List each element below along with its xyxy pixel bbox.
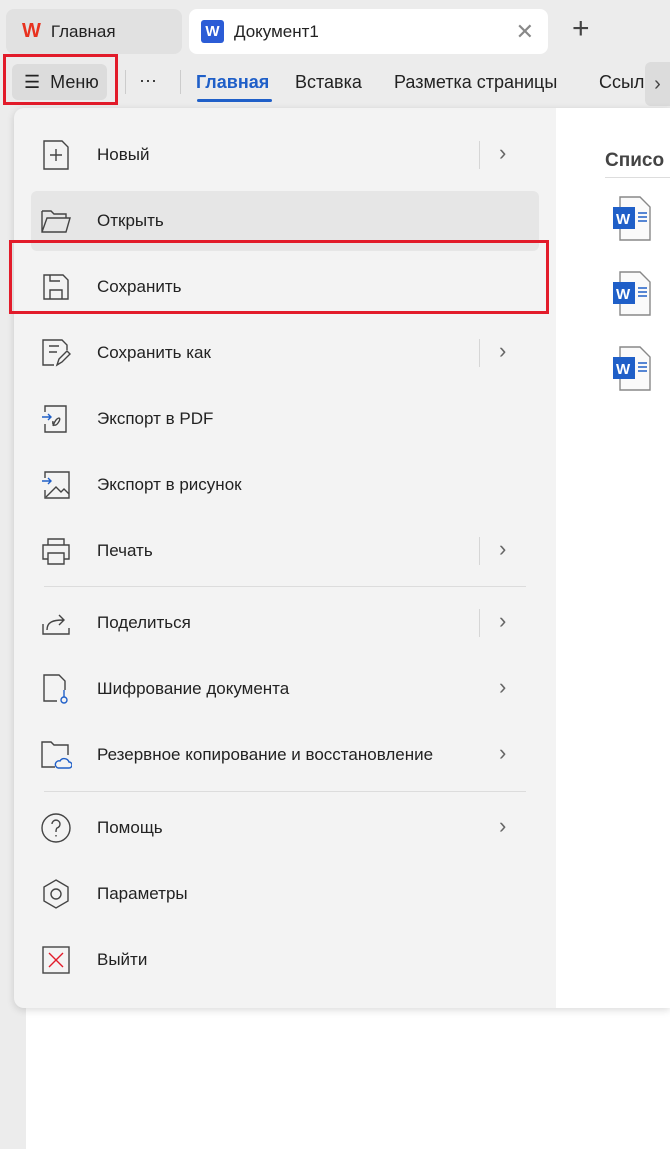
chevron-right-icon[interactable]: › <box>499 813 506 839</box>
menu-item-label: Новый <box>97 145 150 164</box>
new-file-icon <box>36 135 76 175</box>
chevron-right-icon[interactable]: › <box>499 338 506 364</box>
divider <box>125 70 126 94</box>
menu-item-label: Экспорт в PDF <box>97 409 214 428</box>
menu-button[interactable]: ☰ Меню <box>12 64 107 100</box>
menu-item-label: Печать <box>97 541 153 560</box>
menu-item-export-pdf[interactable]: Экспорт в PDF <box>31 389 539 449</box>
menu-item-exit[interactable]: Выйти <box>31 930 539 990</box>
recent-title: Списо <box>605 150 665 171</box>
backup-icon <box>36 735 76 775</box>
menu-label: Меню <box>50 71 99 92</box>
chevron-right-icon[interactable]: › <box>499 674 506 700</box>
menu-item-share[interactable]: Поделиться › <box>31 593 539 653</box>
chevron-right-icon[interactable]: › <box>499 608 506 634</box>
share-icon <box>36 603 76 643</box>
help-icon <box>36 808 76 848</box>
menu-item-save-as[interactable]: Сохранить как › <box>31 323 539 383</box>
export-pdf-icon <box>36 399 76 439</box>
svg-text:W: W <box>616 211 631 228</box>
more-button[interactable]: ··· <box>139 70 157 91</box>
divider <box>180 70 181 94</box>
menu-item-label: Поделиться <box>97 613 191 632</box>
menu-item-label: Выйти <box>97 950 148 969</box>
chevron-right-icon[interactable]: › <box>499 536 506 562</box>
menu-item-encrypt[interactable]: Шифрование документа › <box>31 659 539 719</box>
menu-item-help[interactable]: Помощь › <box>31 798 539 858</box>
print-icon <box>36 531 76 571</box>
document-page <box>26 1008 670 1149</box>
menu-divider <box>44 586 526 587</box>
word-file-icon[interactable]: W <box>612 196 654 242</box>
folder-open-icon <box>36 201 76 241</box>
tab-document[interactable]: W Документ1 ✕ <box>189 9 548 54</box>
save-highlight-box <box>9 240 549 314</box>
divider <box>605 177 670 178</box>
save-as-icon <box>36 333 76 373</box>
menu-item-export-image[interactable]: Экспорт в рисунок <box>31 455 539 515</box>
chevron-right-icon[interactable]: › <box>499 140 506 166</box>
menu-item-label: Шифрование документа <box>97 679 290 698</box>
close-icon[interactable]: ✕ <box>516 19 534 45</box>
menu-item-backup[interactable]: Резервное копирование и восстановление › <box>31 725 539 785</box>
ribbon-tab-insert[interactable]: Вставка <box>295 72 362 93</box>
menu-item-label: Резервное копирование и восстановление <box>97 745 434 764</box>
menu-item-label: Открыть <box>97 211 164 230</box>
new-tab-button[interactable]: + <box>572 12 590 46</box>
svg-text:W: W <box>616 286 631 303</box>
ribbon-tab-home[interactable]: Главная <box>196 72 269 93</box>
encrypt-icon <box>36 669 76 709</box>
chevron-right-icon[interactable]: › <box>499 740 506 766</box>
tab-label: Главная <box>50 21 116 41</box>
menu-item-label: Экспорт в рисунок <box>97 475 242 494</box>
menu-item-label: Параметры <box>97 884 188 903</box>
active-tab-underline <box>197 99 272 102</box>
word-file-icon[interactable]: W <box>612 346 654 392</box>
settings-icon <box>36 874 76 914</box>
ribbon-tab-references[interactable]: Ссыл <box>599 72 644 93</box>
menu-item-label: Помощь <box>97 818 163 837</box>
wps-logo-icon: W <box>22 20 41 42</box>
scroll-right-button[interactable]: › <box>645 62 670 106</box>
menu-item-settings[interactable]: Параметры <box>31 864 539 924</box>
hamburger-icon: ☰ <box>24 71 41 92</box>
svg-text:W: W <box>616 361 631 378</box>
menu-divider <box>44 791 526 792</box>
exit-icon <box>36 940 76 980</box>
ribbon-tab-layout[interactable]: Разметка страницы <box>394 72 557 93</box>
menu-item-label: Сохранить как <box>97 343 211 362</box>
tab-label: Документ1 <box>234 21 319 41</box>
menu-item-print[interactable]: Печать › <box>31 521 539 581</box>
word-doc-icon: W <box>201 20 224 43</box>
word-file-icon[interactable]: W <box>612 271 654 317</box>
export-image-icon <box>36 465 76 505</box>
tab-home[interactable]: W Главная <box>6 9 182 54</box>
recent-files-pane: Списо <box>556 108 670 1008</box>
menu-item-new[interactable]: Новый › <box>31 125 539 185</box>
